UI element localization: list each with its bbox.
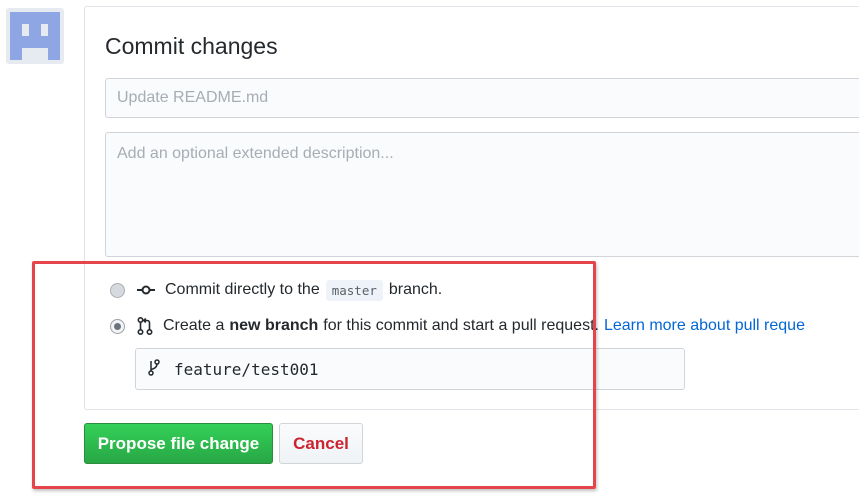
commit-directly-option[interactable]: Commit directly to the master branch. [108, 279, 442, 301]
branch-name-field[interactable] [135, 348, 685, 390]
master-branch-chip: master [325, 279, 383, 301]
new-branch-radio[interactable] [110, 318, 125, 334]
cancel-button[interactable]: Cancel [279, 423, 363, 464]
git-pull-request-icon [137, 317, 153, 335]
identicon-avatar-icon [10, 12, 60, 60]
propose-file-change-button[interactable]: Propose file change [84, 423, 273, 464]
new-branch-suffix: for this commit and start a pull request… [323, 317, 599, 334]
commit-directly-radio[interactable] [110, 282, 125, 298]
commit-description-input[interactable] [105, 132, 859, 257]
git-commit-icon [137, 283, 155, 297]
panel-title: Commit changes [105, 33, 278, 59]
commit-summary-input[interactable] [105, 78, 859, 118]
git-branch-icon [148, 358, 160, 381]
commit-directly-suffix: branch. [388, 281, 443, 298]
new-branch-label: Create a [163, 317, 225, 334]
avatar[interactable] [6, 8, 64, 64]
commit-directly-label: Commit directly to the [165, 281, 320, 298]
new-branch-option[interactable]: Create a new branch for this commit and … [108, 315, 805, 337]
new-branch-bold-text: new branch [229, 317, 319, 334]
branch-name-input[interactable] [174, 359, 654, 379]
learn-more-pull-requests-link[interactable]: Learn more about pull reque [604, 317, 805, 335]
